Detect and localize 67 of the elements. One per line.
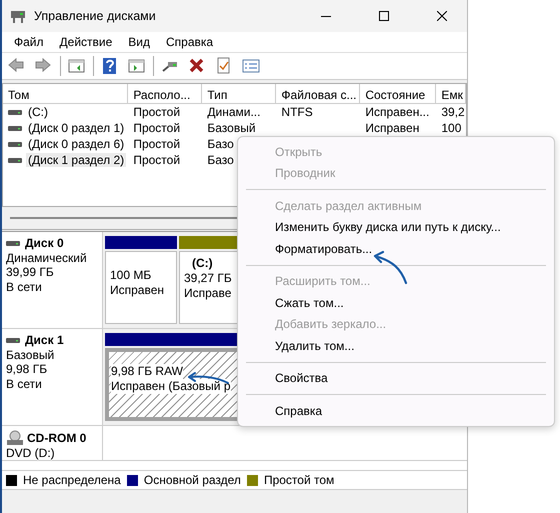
disk-info: 39,99 ГБ bbox=[6, 265, 55, 280]
list-icon bbox=[242, 57, 260, 75]
column-header[interactable]: Том bbox=[3, 84, 128, 104]
disk-info: В сети bbox=[6, 280, 43, 294]
partition-size: 9,98 ГБ RAW bbox=[111, 364, 183, 379]
menu-item[interactable]: Изменить букву диска или путь к диску... bbox=[275, 220, 501, 234]
disk-info: 9,98 ГБ bbox=[6, 362, 48, 376]
app-icon bbox=[10, 8, 26, 24]
menu-item[interactable]: Файл bbox=[6, 32, 52, 52]
back-icon bbox=[8, 57, 26, 75]
table-cell: Исправен... bbox=[365, 105, 430, 119]
help-icon bbox=[101, 57, 119, 75]
partition-status: Исправен (Базовый р bbox=[111, 379, 231, 394]
panel-icon bbox=[128, 57, 146, 75]
disk-name: Диск 1 bbox=[25, 333, 64, 348]
table-cell: Простой bbox=[133, 121, 180, 135]
column-header[interactable]: Располо... bbox=[128, 84, 202, 104]
partition-status: Исправе bbox=[184, 286, 232, 301]
disk-info: В сети bbox=[6, 376, 43, 391]
disk-info: Динамический bbox=[6, 250, 88, 265]
disk-name: CD-ROM 0 bbox=[27, 430, 86, 446]
table-cell: Базо bbox=[207, 137, 234, 151]
forward-icon bbox=[35, 57, 53, 75]
table-cell: NTFS bbox=[281, 105, 313, 119]
disk-info: Базовый bbox=[6, 348, 56, 362]
legend-label: Не распределена bbox=[23, 473, 121, 487]
volume-name[interactable]: (Диск 1 раздел 2) bbox=[26, 153, 126, 167]
table-cell: Простой bbox=[133, 137, 180, 151]
table-cell: Простой bbox=[133, 153, 180, 167]
partition-size: 39,27 ГБ bbox=[184, 271, 232, 286]
partition-box[interactable]: 100 МБ Исправен bbox=[105, 251, 177, 324]
table-cell: Динами... bbox=[207, 105, 260, 119]
table-cell: 39,2 bbox=[441, 105, 465, 119]
partition-status: Исправен bbox=[110, 283, 164, 298]
volume-name[interactable]: (Диск 0 раздел 6) bbox=[26, 137, 126, 151]
table-cell: 100 bbox=[441, 121, 462, 135]
window-title: Управление дисками bbox=[34, 9, 157, 23]
legend-label: Простой том bbox=[264, 473, 334, 487]
table-cell: Простой bbox=[133, 105, 180, 119]
maximize-icon bbox=[379, 11, 389, 21]
table-cell: Базовый bbox=[207, 121, 256, 135]
table-cell: Базо bbox=[207, 153, 234, 167]
menu-item[interactable]: Удалить том... bbox=[275, 338, 354, 353]
pointer-arrow bbox=[371, 249, 409, 285]
panel-icon bbox=[68, 57, 86, 75]
volume-name[interactable]: (Диск 0 раздел 1) bbox=[26, 121, 126, 135]
menu-item[interactable]: Справка bbox=[275, 404, 322, 418]
column-header[interactable]: Файловая с... bbox=[276, 84, 360, 104]
disk-info: DVD (D:) bbox=[6, 446, 56, 460]
menu-item[interactable]: Вид bbox=[120, 32, 158, 52]
disk-name: Диск 0 bbox=[25, 236, 64, 250]
column-header[interactable]: Емк bbox=[436, 84, 466, 104]
menu-item[interactable]: Действие bbox=[52, 32, 120, 52]
column-header[interactable]: Состояние bbox=[360, 84, 436, 104]
partition-label: (C:) bbox=[191, 256, 214, 271]
menu-item[interactable]: Справка bbox=[158, 32, 222, 52]
cd-drive-icon bbox=[6, 430, 24, 446]
menu-item[interactable]: Свойства bbox=[275, 371, 328, 386]
volume-name[interactable]: (C:) bbox=[26, 105, 50, 119]
column-header[interactable]: Тип bbox=[202, 84, 276, 104]
menu-item[interactable]: Сжать том... bbox=[275, 296, 344, 310]
table-cell: Исправен bbox=[365, 121, 420, 135]
delete-icon bbox=[188, 57, 206, 75]
menu-item[interactable]: Форматировать... bbox=[275, 242, 372, 256]
close-icon bbox=[437, 11, 447, 21]
partition-size: 100 МБ bbox=[110, 268, 152, 283]
legend-label: Основной раздел bbox=[144, 473, 241, 487]
